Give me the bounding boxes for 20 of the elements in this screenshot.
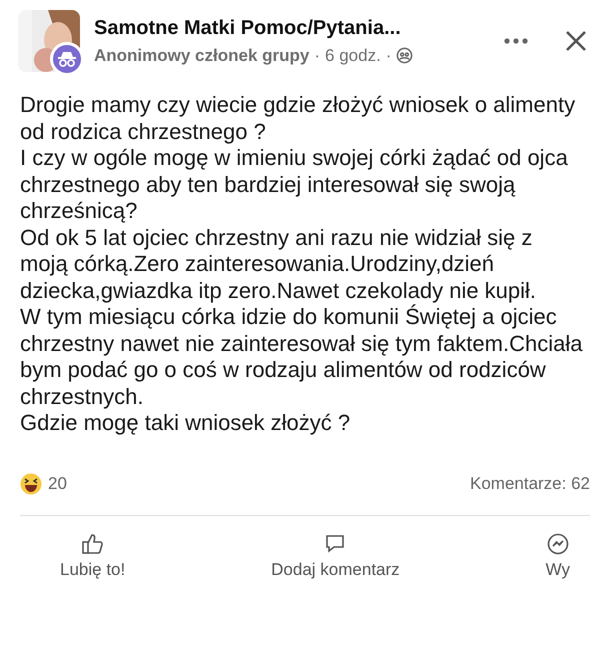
thumbs-up-icon xyxy=(80,532,105,556)
post-text: Drogie mamy czy wiecie gdzie złożyć wniosek o alimenty od rodzica chrzestnego ? xyxy=(20,92,576,145)
reaction-count[interactable]: 20 xyxy=(48,474,67,494)
author-name[interactable]: Anonimowy członek grupy xyxy=(94,46,310,66)
comment-button[interactable]: Dodaj komentarz xyxy=(271,532,400,580)
post-text: Od ok 5 lat ojciec chrzestny ani razu nie widział się z moją córką.Zero zainteresowania.Urodziny,dzień dziecka,gwiazdka itp zero.Nawet czekolady nie kupił. xyxy=(20,224,538,304)
post-text: Gdzie mogę taki wniosek złożyć ? xyxy=(20,410,352,436)
post-text: W tym miesiącu córka idzie do komunii Świętej a ojciec chrzestny nawet nie zainteresował się tym faktem.Chciała bym podać go o coś w rodzaju alimentów od rodziców chrzestnych. xyxy=(20,304,584,410)
more-icon xyxy=(504,38,528,44)
post-text: I czy w ogóle mogę w imieniu swojej córki żądać od ojca chrzestnego aby ten bardziej interesował się swoją chrześnicą? xyxy=(20,145,569,224)
like-button[interactable]: Lubię to! xyxy=(60,532,126,580)
post-time[interactable]: 6 godz. xyxy=(325,46,381,66)
messenger-icon xyxy=(546,532,570,556)
send-button[interactable]: Wy xyxy=(546,532,570,580)
comment-count[interactable]: Komentarze: 62 xyxy=(470,474,590,494)
separator: · xyxy=(386,46,392,66)
group-name[interactable]: Samotne Matki Pomoc/Pytania... xyxy=(94,16,486,40)
close-icon xyxy=(564,29,588,53)
separator: · xyxy=(314,46,320,66)
laughing-emoji-icon xyxy=(20,472,42,494)
